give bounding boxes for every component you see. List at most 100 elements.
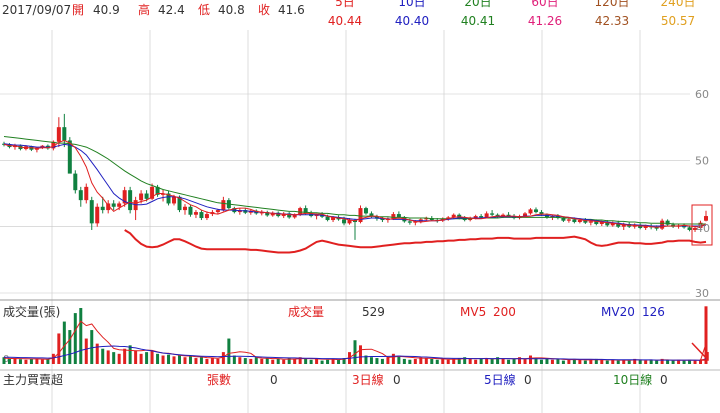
volume-bar xyxy=(375,358,379,364)
ma60-line xyxy=(124,229,707,254)
candle-body xyxy=(139,193,144,201)
header-low-label: 低 xyxy=(198,3,210,17)
volume-panel-title: 成交量(張) xyxy=(3,304,60,319)
price-tick-label: 50 xyxy=(695,154,709,167)
header-close-value: 41.6 xyxy=(278,3,305,17)
ma-20-label: 20日 xyxy=(464,0,491,9)
candle-body xyxy=(221,200,226,211)
header-high-value: 42.4 xyxy=(158,3,185,17)
candle-body xyxy=(391,214,396,219)
candle-body xyxy=(204,214,209,219)
candle-body xyxy=(528,209,533,214)
volume-bar xyxy=(627,360,631,364)
volume-bar xyxy=(276,358,280,364)
ma10-line xyxy=(3,143,707,227)
candle-body xyxy=(111,203,116,207)
volume-bar xyxy=(24,359,28,364)
header-high-label: 高 xyxy=(138,2,150,17)
volume-bar xyxy=(358,345,362,364)
ma-10-label: 10日 xyxy=(398,0,425,9)
candle-body xyxy=(566,219,571,221)
volume-bar xyxy=(578,359,582,364)
volume-bar xyxy=(183,357,187,364)
volume-bar xyxy=(380,358,384,364)
candle-body xyxy=(78,190,83,201)
candle-body xyxy=(577,220,582,223)
mv20-value: 126 xyxy=(642,305,665,319)
main-force-title: 主力買賣超 xyxy=(3,372,63,387)
ma-240-value: 50.57 xyxy=(661,14,695,28)
ma-120-value: 42.33 xyxy=(595,14,629,28)
volume-bar xyxy=(693,360,697,364)
volume-bar xyxy=(682,360,686,364)
volume-bar xyxy=(172,356,176,364)
volume-bar xyxy=(616,360,620,364)
candle-body xyxy=(84,186,89,201)
volume-bar xyxy=(315,358,319,364)
candle-body xyxy=(479,216,484,218)
volume-bar xyxy=(79,308,83,364)
candle-body xyxy=(89,200,94,224)
volume-bar xyxy=(523,358,527,364)
candle-body xyxy=(144,193,149,199)
volume-bar xyxy=(139,353,143,364)
volume-bar xyxy=(194,358,198,364)
header-info: 2017/09/07 開 40.9 高 42.4 低 40.8 收 41.6 xyxy=(2,2,305,17)
candle-body xyxy=(533,209,538,213)
volume-bar xyxy=(134,350,138,364)
volume-bar xyxy=(243,358,247,364)
candle-body xyxy=(73,173,78,191)
volume-bar xyxy=(282,359,286,364)
line5-value: 0 xyxy=(524,373,532,387)
volume-bar xyxy=(40,359,44,364)
volume-bar xyxy=(402,358,406,364)
main-force-legend: 主力買賣超 張數 0 3日線 0 5日線 0 10日線 0 xyxy=(3,372,668,387)
volume-bar xyxy=(430,358,434,364)
volume-bar xyxy=(507,359,511,364)
volume-value: 529 xyxy=(362,305,385,319)
volume-bar xyxy=(539,359,543,364)
volume-bar xyxy=(117,353,121,364)
volume-bar xyxy=(227,338,231,364)
volume-bar xyxy=(161,355,165,364)
volume-bar xyxy=(145,352,149,364)
volume-bar xyxy=(304,358,308,364)
ma-10-value: 40.40 xyxy=(395,14,429,28)
volume-bar xyxy=(326,359,330,364)
volume-bar xyxy=(441,358,445,364)
mv5-label: MV5 xyxy=(460,305,486,319)
line5-label: 5日線 xyxy=(484,372,516,387)
volume-bar xyxy=(265,358,269,364)
volume-bar xyxy=(561,360,565,364)
candle-body xyxy=(704,216,708,221)
candle-body xyxy=(95,206,100,224)
stock-chart[interactable]: 2017/09/07 開 40.9 高 42.4 低 40.8 收 41.6 5… xyxy=(0,0,720,413)
volume-bar xyxy=(106,350,110,364)
ma5-line xyxy=(3,139,707,228)
candle-body xyxy=(188,206,193,215)
ma-5-label: 5日 xyxy=(335,0,355,9)
line10-label: 10日線 xyxy=(613,372,652,387)
candle-body xyxy=(62,127,67,141)
volume-bar xyxy=(57,333,61,364)
volume-bar xyxy=(249,358,253,364)
candle-body xyxy=(342,219,347,224)
header-open-value: 40.9 xyxy=(93,3,120,17)
volume-bar xyxy=(84,338,88,364)
candle-body xyxy=(172,196,177,204)
volume-bar xyxy=(556,358,560,364)
candle-body xyxy=(56,127,61,142)
sheets-label: 張數 xyxy=(207,373,231,387)
volume-bar xyxy=(128,345,132,364)
volume-bar xyxy=(293,358,297,364)
volume-bar xyxy=(386,357,390,364)
volume-bar xyxy=(254,357,258,364)
header-open-label: 開 xyxy=(72,3,84,17)
volume-bar xyxy=(605,360,609,364)
candle-body xyxy=(687,227,692,230)
ma-120-label: 120日 xyxy=(595,0,630,9)
ma-legend: 5日 40.44 10日 40.40 20日 40.41 60日 41.26 1… xyxy=(328,0,696,28)
sheets-value: 0 xyxy=(270,373,278,387)
volume-bar xyxy=(529,355,532,364)
volume-bar xyxy=(62,321,66,364)
